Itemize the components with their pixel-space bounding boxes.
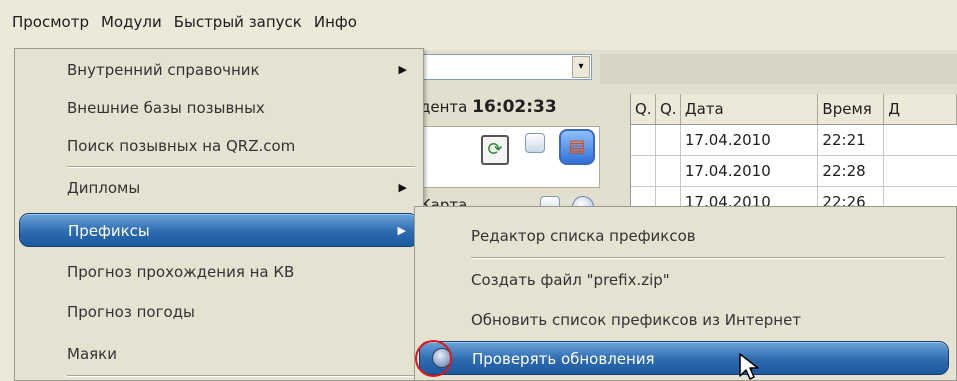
submenu-item-check-updates[interactable]: Проверять обновления (419, 341, 949, 375)
menu-item-beacons[interactable]: Маяки (19, 337, 419, 371)
time-value: 16:02:33 (472, 97, 557, 117)
cell-date: 17.04.2010 (681, 125, 819, 155)
cell-time: 22:28 (818, 156, 885, 186)
prefixes-submenu: Редактор списка префиксов Создать файл "… (414, 206, 957, 381)
tool-icons-box: ⟳ ▤ (420, 126, 600, 188)
submenu-item-label: Редактор списка префиксов (471, 227, 696, 245)
submenu-arrow-icon: ▶ (398, 63, 407, 76)
menu-item-label: Маяки (67, 345, 117, 363)
col-header-q1[interactable]: Q. (631, 94, 656, 124)
menu-item-label: Дипломы (67, 179, 141, 197)
table-row[interactable]: 17.04.2010 22:28 (631, 156, 957, 187)
time-prefix: дента (420, 98, 468, 116)
submenu-item-label: Обновить список префиксов из Интернет (471, 311, 802, 329)
menu-view[interactable]: Просмотр (6, 0, 95, 44)
cell-time: 22:21 (818, 125, 885, 155)
menu-item-external-callsign-bases[interactable]: Внешние базы позывных (19, 91, 419, 125)
submenu-arrow-icon: ▶ (397, 224, 406, 237)
cell-q2 (656, 156, 681, 186)
log-grid: Q. Q. Дата Время Д 17.04.2010 22:21 17.0… (630, 94, 957, 218)
combo-box[interactable]: ▾ (420, 54, 592, 80)
table-row[interactable]: 17.04.2010 22:21 (631, 125, 957, 156)
col-header-d[interactable]: Д (884, 94, 957, 124)
menu-info[interactable]: Инфо (308, 0, 363, 44)
chevron-down-icon[interactable]: ▾ (572, 56, 590, 78)
cell-q1 (631, 156, 656, 186)
square-icon[interactable] (525, 133, 545, 153)
col-header-date[interactable]: Дата (681, 94, 819, 124)
mouse-cursor-icon (739, 353, 759, 380)
save-icon[interactable]: ▤ (559, 129, 595, 165)
menu-quick-launch[interactable]: Быстрый запуск (168, 0, 308, 44)
menu-item-label: Поиск позывных на QRZ.com (67, 137, 296, 155)
submenu-separator (471, 257, 945, 259)
col-header-time[interactable]: Время (818, 94, 885, 124)
cell-d (884, 156, 957, 186)
menu-separator (67, 375, 415, 377)
menu-separator (67, 166, 415, 168)
current-time-label: дента 16:02:33 (420, 94, 600, 120)
menu-item-internal-reference[interactable]: Внутренний справочник ▶ (19, 53, 419, 87)
menu-item-qrz-search[interactable]: Поиск позывных на QRZ.com (19, 129, 419, 163)
menu-modules[interactable]: Модули (95, 0, 168, 44)
cell-q1 (631, 125, 656, 155)
refresh-icon[interactable]: ⟳ (481, 135, 509, 165)
submenu-item-prefix-editor[interactable]: Редактор списка префиксов (419, 219, 949, 253)
menu-item-label: Прогноз погоды (67, 303, 195, 321)
menu-item-weather-forecast[interactable]: Прогноз погоды (19, 295, 419, 329)
menu-item-label: Внешние базы позывных (67, 99, 265, 117)
menu-item-awards[interactable]: Дипломы ▶ (19, 171, 419, 205)
submenu-item-label: Проверять обновления (472, 350, 655, 368)
menu-item-label: Прогноз прохождения на КВ (67, 263, 295, 281)
grid-header: Q. Q. Дата Время Д (631, 94, 957, 125)
view-dropdown-menu: Внутренний справочник ▶ Внешние базы поз… (14, 48, 424, 381)
submenu-item-update-prefixes-online[interactable]: Обновить список префиксов из Интернет (419, 303, 949, 337)
cell-q2 (656, 125, 681, 155)
annotation-circle (415, 340, 452, 377)
submenu-arrow-icon: ▶ (398, 181, 407, 194)
cell-date: 17.04.2010 (681, 156, 819, 186)
menu-item-label: Внутренний справочник (67, 61, 260, 79)
col-header-q2[interactable]: Q. (656, 94, 681, 124)
menu-item-label: Префиксы (68, 222, 150, 240)
cell-d (884, 125, 957, 155)
menubar: Просмотр Модули Быстрый запуск Инфо (0, 0, 957, 44)
menu-item-hf-forecast[interactable]: Прогноз прохождения на КВ (19, 255, 419, 289)
submenu-item-create-prefix-zip[interactable]: Создать файл "prefix.zip" (419, 263, 949, 297)
toolbar-strip (600, 54, 957, 84)
submenu-item-label: Создать файл "prefix.zip" (471, 271, 670, 289)
menu-item-prefixes[interactable]: Префиксы ▶ (19, 213, 419, 247)
